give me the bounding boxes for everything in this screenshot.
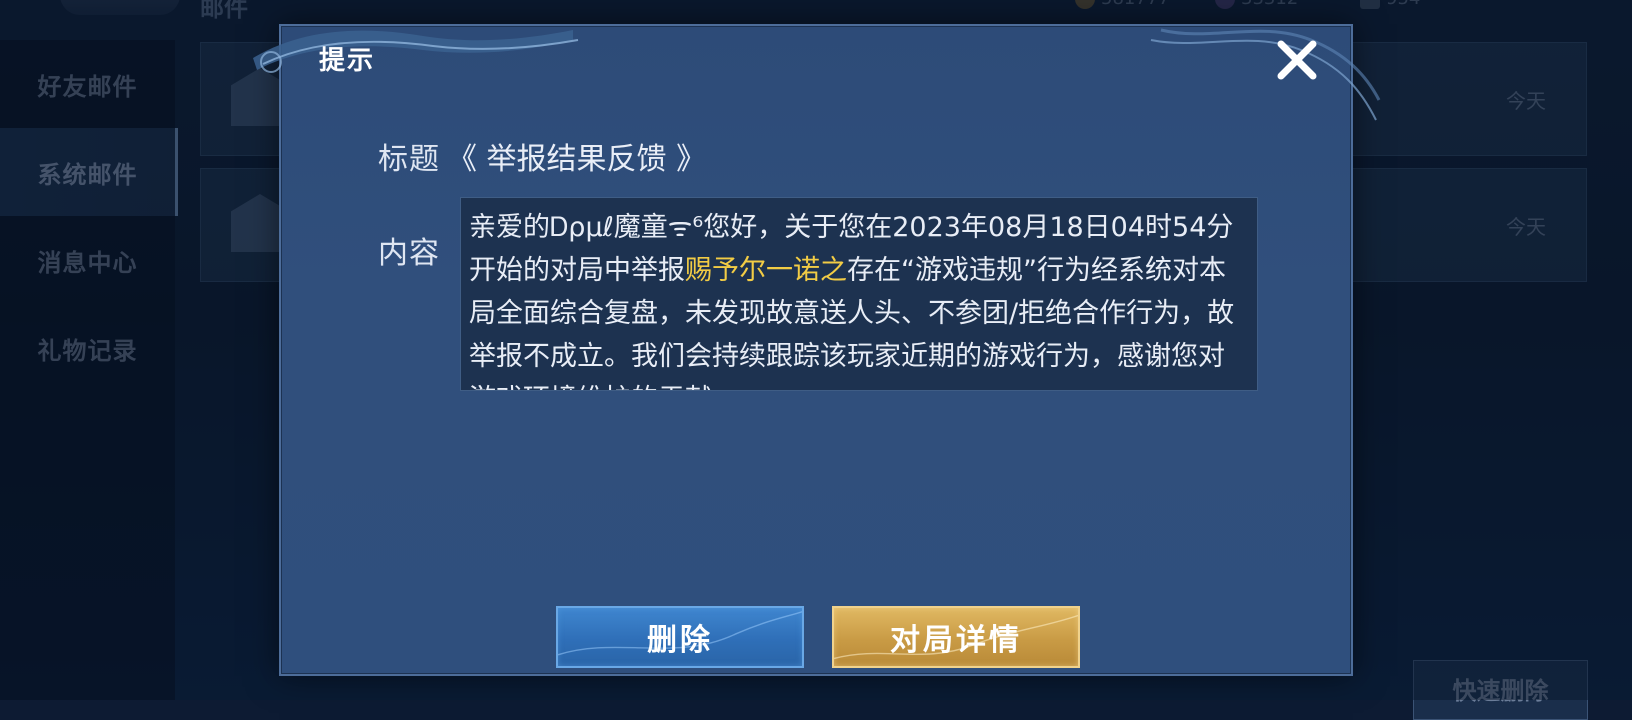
ribbon-decoration-right: [1150, 28, 1381, 121]
subject-label: 标题: [378, 142, 440, 177]
ribbon-decoration: [253, 30, 579, 73]
delete-button[interactable]: 删除: [556, 606, 804, 668]
close-icon: [1277, 40, 1317, 80]
close-button[interactable]: [1271, 34, 1323, 86]
match-details-button-label: 对局详情: [890, 623, 1022, 658]
match-details-button[interactable]: 对局详情: [832, 606, 1080, 668]
dialog-title: 提示: [319, 46, 376, 76]
subject-value: 《 举报结果反馈 》: [447, 142, 707, 177]
report-result-dialog: 提示 标题 《 举报结果反馈 》 内容 亲爱的Ꭰρμℓ魔童ᯤ⁶您好，关于您在20…: [253, 24, 1381, 676]
content-text: 亲爱的Ꭰρμℓ魔童ᯤ⁶您好，关于您在2023年08月18日04时54分开始的对局…: [469, 206, 1249, 390]
content-label: 内容: [378, 236, 440, 271]
content-box[interactable]: 亲爱的Ꭰρμℓ魔童ᯤ⁶您好，关于您在2023年08月18日04时54分开始的对局…: [460, 197, 1258, 391]
delete-button-label: 删除: [647, 623, 713, 658]
reported-player-name: 赐予尔一诺之: [685, 255, 847, 286]
